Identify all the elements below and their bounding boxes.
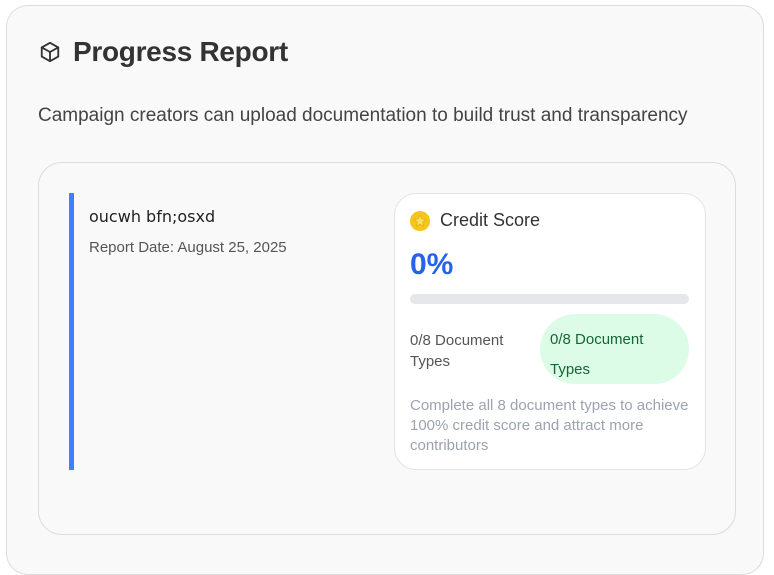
document-types-count: 0/8 Document Types xyxy=(410,332,504,370)
report-card: oucwh bfn;osxd Report Date: August 25, 2… xyxy=(38,162,736,535)
page-title: Progress Report xyxy=(73,36,288,67)
panel-header: Progress Report xyxy=(38,36,288,68)
credit-score-note: Complete all 8 document types to achieve… xyxy=(410,397,689,454)
document-types-badge: 0/8 Document Types xyxy=(540,314,689,384)
credit-score-card: Credit Score 0% 0/8 Document Types 0/8 D… xyxy=(394,193,706,470)
cube-icon xyxy=(38,40,62,64)
progress-report-panel: Progress Report Campaign creators can up… xyxy=(6,5,764,575)
report-name: oucwh bfn;osxd xyxy=(89,207,216,226)
report-entry: oucwh bfn;osxd Report Date: August 25, 2… xyxy=(69,193,374,470)
page-subtitle: Campaign creators can upload documentati… xyxy=(38,105,688,126)
credit-score-header: Credit Score xyxy=(410,210,540,231)
report-date: Report Date: August 25, 2025 xyxy=(89,239,287,256)
credit-score-progress-bar xyxy=(410,294,689,304)
credit-score-title: Credit Score xyxy=(440,210,541,230)
credit-score-value: 0% xyxy=(410,248,454,281)
star-icon xyxy=(410,210,430,231)
